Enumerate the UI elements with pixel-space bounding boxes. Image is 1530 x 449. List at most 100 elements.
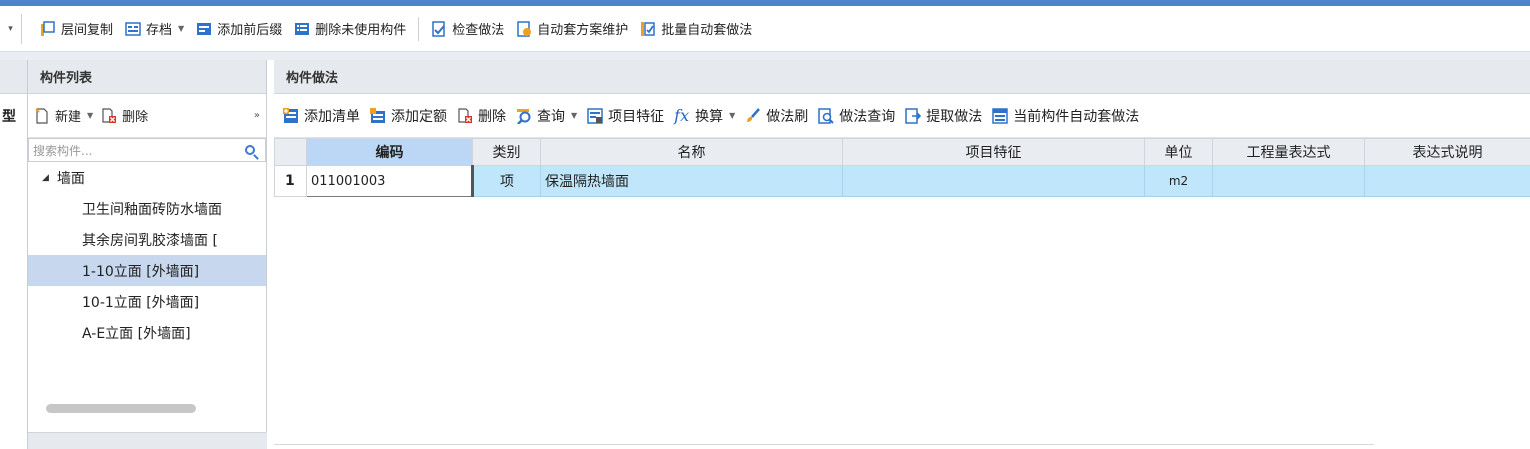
- copy-between-floors-button[interactable]: 层间复制: [34, 14, 119, 44]
- table-header-index: [274, 138, 307, 166]
- left-collapsed-label: 型: [2, 109, 16, 125]
- table-header-expression-desc[interactable]: 表达式说明: [1364, 138, 1530, 166]
- copy-layers-icon: [40, 20, 56, 37]
- brush-icon: [745, 107, 761, 124]
- add-prefix-suffix-icon: [196, 21, 212, 37]
- left-collapsed-panel: 型: [0, 60, 28, 449]
- cell-code[interactable]: 011001003: [306, 165, 474, 197]
- add-list-icon: [283, 107, 299, 124]
- left-collapsed-header: [0, 60, 27, 94]
- delete-component-label: 删除: [122, 110, 149, 125]
- tree-item[interactable]: 卫生间釉面砖防水墙面: [28, 193, 266, 224]
- table-header-name[interactable]: 名称: [540, 138, 843, 166]
- component-list-title: 构件列表: [28, 60, 266, 94]
- table-header-unit[interactable]: 单位: [1144, 138, 1213, 166]
- method-brush-label: 做法刷: [766, 108, 809, 125]
- batch-auto-icon: [640, 21, 656, 37]
- delete-component-button[interactable]: 删除: [101, 101, 156, 131]
- extract-method-label: 提取做法: [926, 108, 983, 125]
- method-query-icon: [818, 107, 834, 124]
- save-archive-button[interactable]: 存档 ▼: [119, 14, 190, 44]
- delete-unused-button[interactable]: 删除未使用构件: [288, 14, 412, 44]
- new-component-button[interactable]: 新建 ▼: [34, 101, 101, 131]
- toolbar-item-label: 添加前后缀: [217, 23, 283, 38]
- component-list-panel: 构件列表 新建 ▼ 删除 » 搜索构件... ◢ 墙面 卫生间釉面砖防水墙面 其…: [28, 60, 267, 449]
- item-feature-label: 项目特征: [608, 108, 665, 125]
- check-method-icon: [431, 20, 447, 37]
- table-header-type[interactable]: 类别: [472, 138, 541, 166]
- table-header-expression[interactable]: 工程量表达式: [1212, 138, 1365, 166]
- chevron-down-icon[interactable]: ▼: [571, 111, 577, 120]
- delete-icon: [101, 107, 117, 124]
- table-header-code[interactable]: 编码: [306, 138, 473, 166]
- toolbar-separator-band: [0, 52, 1530, 60]
- table-header-row: 编码 类别 名称 项目特征 单位 工程量表达式 表达式说明: [274, 138, 1530, 166]
- tree-item-selected[interactable]: 1-10立面 [外墙面]: [28, 255, 266, 286]
- add-prefix-suffix-button[interactable]: 添加前后缀: [190, 14, 288, 44]
- auto-scheme-icon: [516, 20, 532, 37]
- method-query-button[interactable]: 做法查询: [813, 101, 900, 131]
- tree-root-label: 墙面: [56, 170, 85, 187]
- cell-type[interactable]: 项: [472, 165, 541, 197]
- method-brush-button[interactable]: 做法刷: [740, 101, 813, 131]
- add-list-label: 添加清单: [304, 108, 360, 125]
- tree-item-label: 卫生间釉面砖防水墙面: [82, 201, 222, 218]
- extract-method-button[interactable]: 提取做法: [900, 101, 987, 131]
- method-table: 编码 类别 名称 项目特征 单位 工程量表达式 表达式说明 1 01100100…: [274, 138, 1530, 197]
- auto-apply-button[interactable]: 当前构件自动套做法: [987, 101, 1144, 131]
- item-feature-button[interactable]: 项目特征: [582, 101, 669, 131]
- add-quota-button[interactable]: 添加定额: [365, 101, 452, 131]
- search-placeholder: 搜索构件...: [33, 143, 93, 158]
- toolbar-dropdown-toggle[interactable]: ▾: [0, 13, 22, 44]
- table-header-feature[interactable]: 项目特征: [842, 138, 1145, 166]
- chevron-down-icon[interactable]: ▼: [87, 111, 93, 120]
- horizontal-scrollbar[interactable]: [46, 404, 196, 413]
- query-button[interactable]: 查询 ▼: [511, 101, 582, 131]
- cell-expression[interactable]: [1212, 165, 1365, 197]
- tree-item-label: A-E立面 [外墙面]: [82, 325, 191, 342]
- cell-feature[interactable]: [842, 165, 1145, 197]
- item-feature-icon: [587, 107, 603, 124]
- cell-expression-desc[interactable]: [1364, 165, 1530, 197]
- convert-button[interactable]: fx 换算 ▼: [669, 101, 740, 131]
- toolbar-divider: [418, 16, 420, 41]
- check-method-button[interactable]: 检查做法: [425, 14, 510, 44]
- collapse-triangle-icon[interactable]: ◢: [42, 173, 49, 183]
- delete-icon: [457, 107, 473, 124]
- chevron-down-icon[interactable]: ▼: [178, 24, 184, 33]
- panel-bottom-divider: [274, 444, 1374, 445]
- component-tree: ◢ 墙面 卫生间釉面砖防水墙面 其余房间乳胶漆墙面 [ 1-10立面 [外墙面]…: [28, 162, 266, 348]
- tree-item[interactable]: 其余房间乳胶漆墙面 [: [28, 224, 266, 255]
- toolbar-item-label: 删除未使用构件: [315, 23, 407, 38]
- tree-item-label: 10-1立面 [外墙面]: [82, 294, 200, 311]
- double-chevron-right-icon[interactable]: »: [254, 110, 260, 121]
- method-query-label: 做法查询: [839, 108, 896, 125]
- tree-item-label: 其余房间乳胶漆墙面 [: [82, 232, 218, 249]
- row-index: 1: [274, 165, 307, 197]
- method-toolbar: 添加清单 添加定额 删除 查询 ▼ 项目特征 fx 换算 ▼ 做法刷 做法查询 …: [274, 94, 1530, 138]
- extract-method-icon: [905, 107, 922, 124]
- table-row[interactable]: 1 011001003 项 保温隔热墙面 m2: [274, 165, 1530, 197]
- delete-unused-icon: [294, 21, 310, 37]
- tree-item[interactable]: A-E立面 [外墙面]: [28, 317, 266, 348]
- chevron-down-icon[interactable]: ▼: [729, 111, 735, 120]
- tree-root-wall-surface[interactable]: ◢ 墙面: [28, 162, 266, 193]
- new-component-label: 新建: [55, 110, 82, 125]
- component-method-panel: 构件做法 添加清单 添加定额 删除 查询 ▼ 项目特征 fx 换算 ▼ 做法刷 …: [274, 60, 1530, 449]
- search-icon[interactable]: [245, 145, 255, 155]
- delete-method-label: 删除: [478, 108, 506, 125]
- cell-unit[interactable]: m2: [1144, 165, 1213, 197]
- add-quota-label: 添加定额: [391, 108, 447, 125]
- component-list-toolbar: 新建 ▼ 删除 »: [28, 94, 266, 138]
- component-properties-header: [28, 432, 267, 449]
- batch-auto-button[interactable]: 批量自动套做法: [634, 14, 758, 44]
- add-quota-icon: [370, 107, 386, 124]
- cell-name[interactable]: 保温隔热墙面: [540, 165, 843, 197]
- add-list-button[interactable]: 添加清单: [278, 101, 365, 131]
- tree-item[interactable]: 10-1立面 [外墙面]: [28, 286, 266, 317]
- auto-apply-label: 当前构件自动套做法: [1013, 108, 1140, 125]
- component-search-input[interactable]: 搜索构件...: [28, 138, 266, 162]
- magnifier-icon: [516, 108, 532, 125]
- auto-scheme-button[interactable]: 自动套方案维护: [510, 14, 634, 44]
- delete-method-button[interactable]: 删除: [452, 101, 511, 131]
